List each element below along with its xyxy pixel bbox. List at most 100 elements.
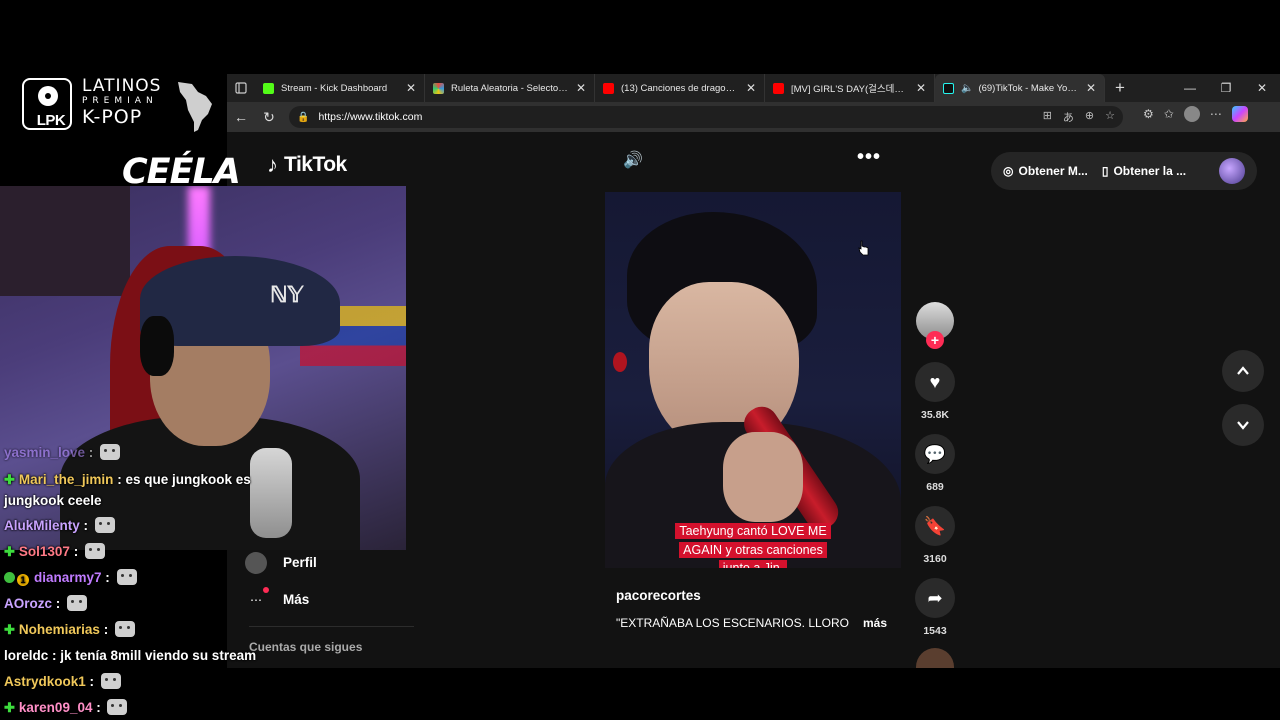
app-install-icon[interactable]: ⊞ — [1043, 109, 1052, 125]
video-top-controls: 🔊 ••• — [605, 140, 901, 180]
ruleta-favicon-icon — [433, 82, 444, 94]
youtube-favicon-icon — [773, 82, 784, 94]
video-more-options-icon[interactable]: ••• — [857, 146, 881, 169]
chat-message: yasmin_love : — [0, 440, 262, 466]
header-actions: ◎ Obtener M... ▯ Obtener la ... — [991, 152, 1257, 190]
chat-message: 1 dianarmy7 : — [0, 565, 262, 591]
refresh-button[interactable]: ↻ — [255, 103, 283, 131]
get-app-button[interactable]: ▯ Obtener la ... — [1102, 164, 1186, 178]
save-count: 3160 — [923, 553, 947, 565]
close-window-icon[interactable]: ✕ — [1244, 74, 1280, 102]
translate-icon[interactable]: あ — [1063, 109, 1074, 125]
cat-emote-icon — [67, 595, 88, 611]
profile-avatar[interactable] — [1183, 106, 1200, 122]
tab-actions-button[interactable] — [227, 74, 255, 102]
new-tab-button[interactable]: + — [1105, 74, 1135, 102]
tab-strip: Stream - Kick Dashboard ✕ Ruleta Aleator… — [227, 74, 1280, 102]
favorites-icon[interactable]: ✩ — [1164, 107, 1174, 121]
bookmark-icon[interactable]: 🔖 — [915, 506, 955, 546]
brand-line-1: LATINOS — [82, 76, 162, 96]
tab-kick-dashboard[interactable]: Stream - Kick Dashboard ✕ — [255, 74, 425, 102]
close-tab-icon[interactable]: ✕ — [404, 81, 418, 95]
heart-icon[interactable]: ♥ — [915, 362, 955, 402]
subscriber-badge-icon: 1 — [17, 574, 29, 586]
headset — [140, 316, 174, 376]
cat-emote-icon — [116, 569, 137, 585]
phone-icon: ▯ — [1101, 164, 1109, 178]
creator-avatar[interactable]: + — [916, 302, 954, 349]
copilot-icon[interactable] — [1231, 106, 1248, 122]
video-frame-shape — [723, 432, 803, 522]
extensions-icon[interactable]: ⚙ — [1143, 107, 1154, 121]
sidebar-item-label: Perfil — [283, 555, 317, 570]
window-controls: — ❐ ✕ — [1172, 74, 1280, 102]
tab-ruleta[interactable]: Ruleta Aleatoria - Selector Per ✕ — [425, 74, 595, 102]
get-coins-button[interactable]: ◎ Obtener M... — [1003, 164, 1088, 178]
chat-message: AOrozc : — [0, 591, 262, 617]
streamer-name-logo: CEÉLA — [122, 152, 241, 192]
vinyl-disc-icon — [38, 86, 58, 106]
channel-logo: LPK LATINOS PREMIAN K-POP — [20, 76, 220, 132]
chat-username: dianarmy7 — [34, 570, 102, 585]
tab-youtube-girls-day[interactable]: [MV] GIRL'S DAY(걸스데이) _ S ✕ — [765, 74, 935, 102]
url-field[interactable]: 🔒 https://www.tiktok.com ⊞ あ ⊕ ☆ — [289, 106, 1123, 128]
like-count: 35.8K — [920, 409, 950, 421]
next-creator-avatar[interactable] — [916, 648, 954, 668]
zoom-icon[interactable]: ⊕ — [1085, 109, 1094, 125]
user-avatar[interactable] — [1219, 158, 1245, 184]
moderator-badge-icon: ✚ — [4, 622, 15, 637]
next-video-button[interactable] — [1222, 404, 1264, 446]
tab-title: Stream - Kick Dashboard — [281, 82, 388, 94]
close-tab-icon[interactable]: ✕ — [574, 81, 588, 95]
audio-playing-icon[interactable]: 🔈 — [961, 83, 973, 94]
comment-icon[interactable]: 💬 — [915, 434, 955, 474]
tab-actions-icon — [235, 82, 247, 94]
brand-text: LATINOS PREMIAN K-POP — [82, 76, 162, 128]
get-app-label: Obtener la ... — [1113, 164, 1187, 178]
tiktok-favicon-icon — [943, 82, 954, 94]
tab-title: (13) Canciones de dragon ball — [621, 82, 740, 94]
video-frame-shape — [613, 352, 627, 372]
sidebar-item-mas[interactable]: ⋯ Más — [245, 581, 415, 618]
share-arrow-icon[interactable]: ➦ — [915, 578, 955, 618]
video-description: "EXTRAÑABA LOS ESCENARIOS. LLORO — [616, 616, 849, 630]
like-action: ♥ 35.8K — [915, 362, 955, 421]
chat-message: AlukMilenty : — [0, 513, 262, 539]
volume-icon[interactable]: 🔊 — [623, 150, 643, 170]
chevron-up-icon — [1237, 366, 1249, 375]
following-accounts-title: Cuentas que sigues — [249, 640, 363, 654]
menu-icon[interactable]: ⋯ — [1210, 107, 1222, 121]
close-tab-icon[interactable]: ✕ — [744, 81, 758, 95]
share-count: 1543 — [923, 625, 947, 637]
restore-icon[interactable]: ❐ — [1208, 74, 1244, 102]
previous-video-button[interactable] — [1222, 350, 1264, 392]
cat-emote-icon — [107, 699, 128, 715]
sidebar-divider — [249, 626, 414, 627]
sidebar-nav: Perfil ⋯ Más — [245, 544, 415, 618]
video-author[interactable]: pacorecortes — [616, 588, 701, 603]
tab-tiktok[interactable]: 🔈 (69)TikTok - Make Your D ✕ — [935, 74, 1105, 102]
lpk-logo-box: LPK — [22, 78, 72, 130]
tiktok-logo-text: TikTok — [284, 153, 347, 176]
tab-title: (69)TikTok - Make Your D — [978, 82, 1080, 94]
description-more-link[interactable]: más — [863, 616, 887, 630]
minimize-icon[interactable]: — — [1172, 74, 1208, 102]
url-text: https://www.tiktok.com — [318, 111, 423, 123]
url-actions: ⊞ あ ⊕ ☆ — [1043, 109, 1123, 125]
tab-youtube-dragon-ball[interactable]: (13) Canciones de dragon ball ✕ — [595, 74, 765, 102]
cat-emote-icon — [100, 444, 121, 460]
chat-username: Mari_the_jimin — [18, 472, 114, 487]
moderator-badge-icon: ✚ — [4, 544, 15, 559]
close-tab-icon[interactable]: ✕ — [914, 81, 928, 95]
verified-badge-icon — [4, 572, 15, 583]
chat-username: AlukMilenty — [4, 518, 80, 533]
site-info-icon[interactable]: 🔒 — [297, 112, 309, 123]
tab-title: [MV] GIRL'S DAY(걸스데이) _ S — [791, 84, 910, 95]
comment-action: 💬 689 — [915, 434, 955, 493]
tiktok-logo[interactable]: ♪ TikTok — [267, 152, 347, 178]
close-tab-icon[interactable]: ✕ — [1084, 81, 1098, 95]
back-button[interactable]: ← — [227, 103, 255, 131]
moderator-badge-icon: ✚ — [4, 472, 15, 487]
follow-plus-icon[interactable]: + — [926, 331, 944, 349]
favorite-star-icon[interactable]: ☆ — [1105, 109, 1115, 125]
